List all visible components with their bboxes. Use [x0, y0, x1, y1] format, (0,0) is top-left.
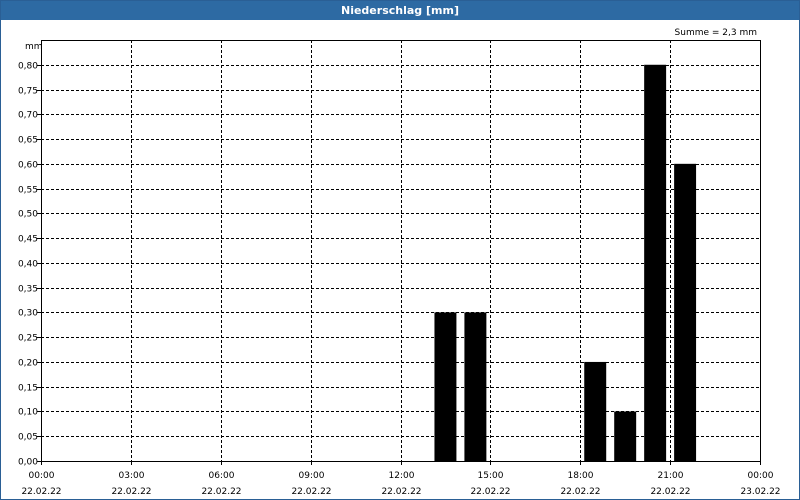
x-tick-time-label: 21:00 — [658, 471, 684, 481]
y-tick-label: 0,30 — [18, 309, 38, 319]
x-tick-time-label: 03:00 — [119, 471, 145, 481]
y-tick-label: 0,65 — [18, 136, 38, 146]
x-tick-date-label: 22.02.22 — [291, 487, 331, 497]
y-tick-label: 0,05 — [18, 433, 38, 443]
x-tick-time-label: 18:00 — [568, 471, 594, 481]
x-tick-time-label: 15:00 — [478, 471, 504, 481]
x-tick-time-label: 06:00 — [209, 471, 235, 481]
x-tick-date-label: 22.02.22 — [560, 487, 600, 497]
y-tick-label: 0,50 — [18, 210, 38, 220]
precipitation-bar — [584, 361, 607, 461]
y-tick-label: 0,60 — [18, 161, 38, 171]
x-tick-date-label: 22.02.22 — [650, 487, 690, 497]
x-tick-date-label: 22.02.22 — [201, 487, 241, 497]
y-tick-label: 0,10 — [18, 408, 38, 418]
y-tick-label: 0,70 — [18, 111, 38, 121]
y-tick-label: 0,45 — [18, 235, 38, 245]
precipitation-bar — [674, 163, 697, 461]
y-unit-label: mm — [25, 42, 43, 52]
precipitation-bar — [644, 64, 667, 461]
y-tick-label: 0,40 — [18, 260, 38, 270]
x-tick-date-label: 22.02.22 — [381, 487, 421, 497]
y-tick-label: 0,20 — [18, 359, 38, 369]
precipitation-bar — [614, 411, 637, 461]
y-tick-label: 0,25 — [18, 334, 38, 344]
y-tick-label: 0,75 — [18, 87, 38, 97]
x-tick-time-label: 12:00 — [389, 471, 415, 481]
x-tick-time-label: 09:00 — [299, 471, 325, 481]
precipitation-bar — [464, 312, 487, 461]
x-tick-time-label: 00:00 — [748, 471, 774, 481]
precipitation-chart: 0,00 0,05 0,10 0,15 0,20 0,25 0,30 0,35 0,40 0,45… — [18, 28, 781, 497]
y-tick-label: 0,80 — [18, 62, 38, 72]
chart-window: Niederschlag [mm] 0,00 0,05 0,10 0,15 0,20 0,… — [0, 0, 800, 500]
y-tick-label: 0,00 — [18, 458, 38, 468]
x-tick-time-label: 00:00 — [29, 471, 55, 481]
precipitation-bar — [434, 312, 457, 461]
sum-label: Summe = 2,3 mm — [675, 28, 757, 38]
x-tick-date-label: 22.02.22 — [111, 487, 151, 497]
y-tick-label: 0,15 — [18, 384, 38, 394]
x-tick-date-label: 22.02.22 — [21, 487, 61, 497]
x-tick-date-label: 22.02.22 — [470, 487, 510, 497]
x-tick-date-label: 23.02.22 — [740, 487, 780, 497]
y-tick-label: 0,55 — [18, 186, 38, 196]
y-tick-label: 0,35 — [18, 285, 38, 295]
